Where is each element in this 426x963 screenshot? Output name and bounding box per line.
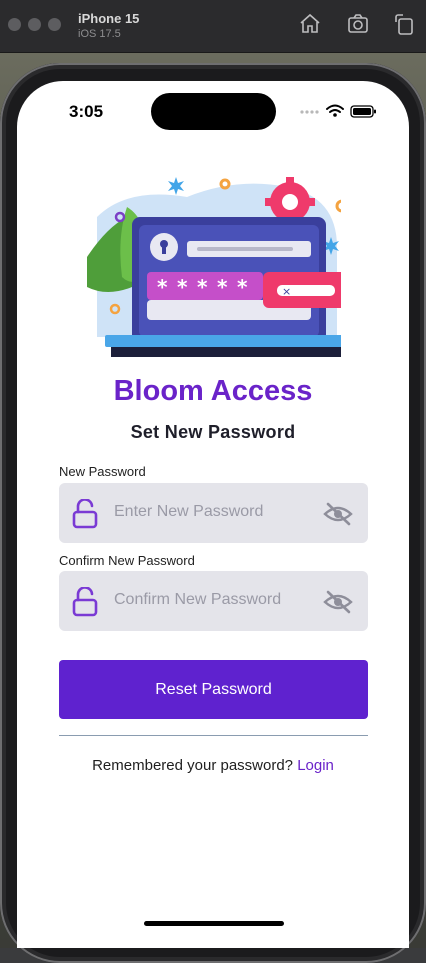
window-close-button[interactable] xyxy=(8,18,21,31)
new-password-input[interactable]: Enter New Password xyxy=(114,503,263,521)
phone-screen: 3:05 * * * * * × Bloom Access Set New Pa… xyxy=(17,81,409,948)
new-password-field[interactable]: Enter New Password xyxy=(59,483,368,543)
svg-text:*: * xyxy=(157,275,168,299)
status-time: 3:05 xyxy=(69,102,104,121)
dynamic-island xyxy=(151,93,276,130)
wifi-icon xyxy=(326,104,344,113)
window-zoom-button[interactable] xyxy=(48,18,61,31)
home-icon[interactable] xyxy=(298,12,322,36)
window-minimize-button[interactable] xyxy=(28,18,41,31)
svg-text:*: * xyxy=(177,275,188,299)
simulator-toolbar: iPhone 15 iOS 17.5 xyxy=(0,0,426,53)
footer: Remembered your password? Login xyxy=(17,757,409,774)
eye-off-icon[interactable] xyxy=(323,590,353,614)
reset-password-button[interactable]: Reset Password xyxy=(59,660,368,719)
battery-icon xyxy=(350,105,376,118)
svg-text:*: * xyxy=(237,275,248,299)
password-illustration: * * * * * × xyxy=(87,177,341,357)
divider xyxy=(59,735,368,736)
simulator-os-version: iOS 17.5 xyxy=(78,28,121,40)
signal-icon xyxy=(300,110,319,114)
login-link[interactable]: Login xyxy=(297,757,334,774)
screenshot-icon[interactable] xyxy=(346,12,370,36)
rotate-icon[interactable] xyxy=(392,12,416,36)
svg-text:*: * xyxy=(217,275,228,299)
svg-text:×: × xyxy=(282,285,291,298)
unlock-icon xyxy=(72,499,98,529)
unlock-icon xyxy=(72,587,98,617)
confirm-password-field[interactable]: Confirm New Password xyxy=(59,571,368,631)
eye-off-icon[interactable] xyxy=(323,502,353,526)
home-indicator[interactable] xyxy=(144,921,284,926)
simulator-device-name: iPhone 15 xyxy=(78,11,140,26)
status-icons xyxy=(300,104,376,118)
page-title: Set New Password xyxy=(130,422,296,442)
confirm-password-input[interactable]: Confirm New Password xyxy=(114,591,281,609)
svg-text:*: * xyxy=(197,275,208,299)
confirm-password-label: Confirm New Password xyxy=(59,553,195,568)
new-password-label: New Password xyxy=(59,464,146,479)
footer-text: Remembered your password? xyxy=(92,757,298,774)
brand-title: Bloom Access xyxy=(113,375,313,407)
